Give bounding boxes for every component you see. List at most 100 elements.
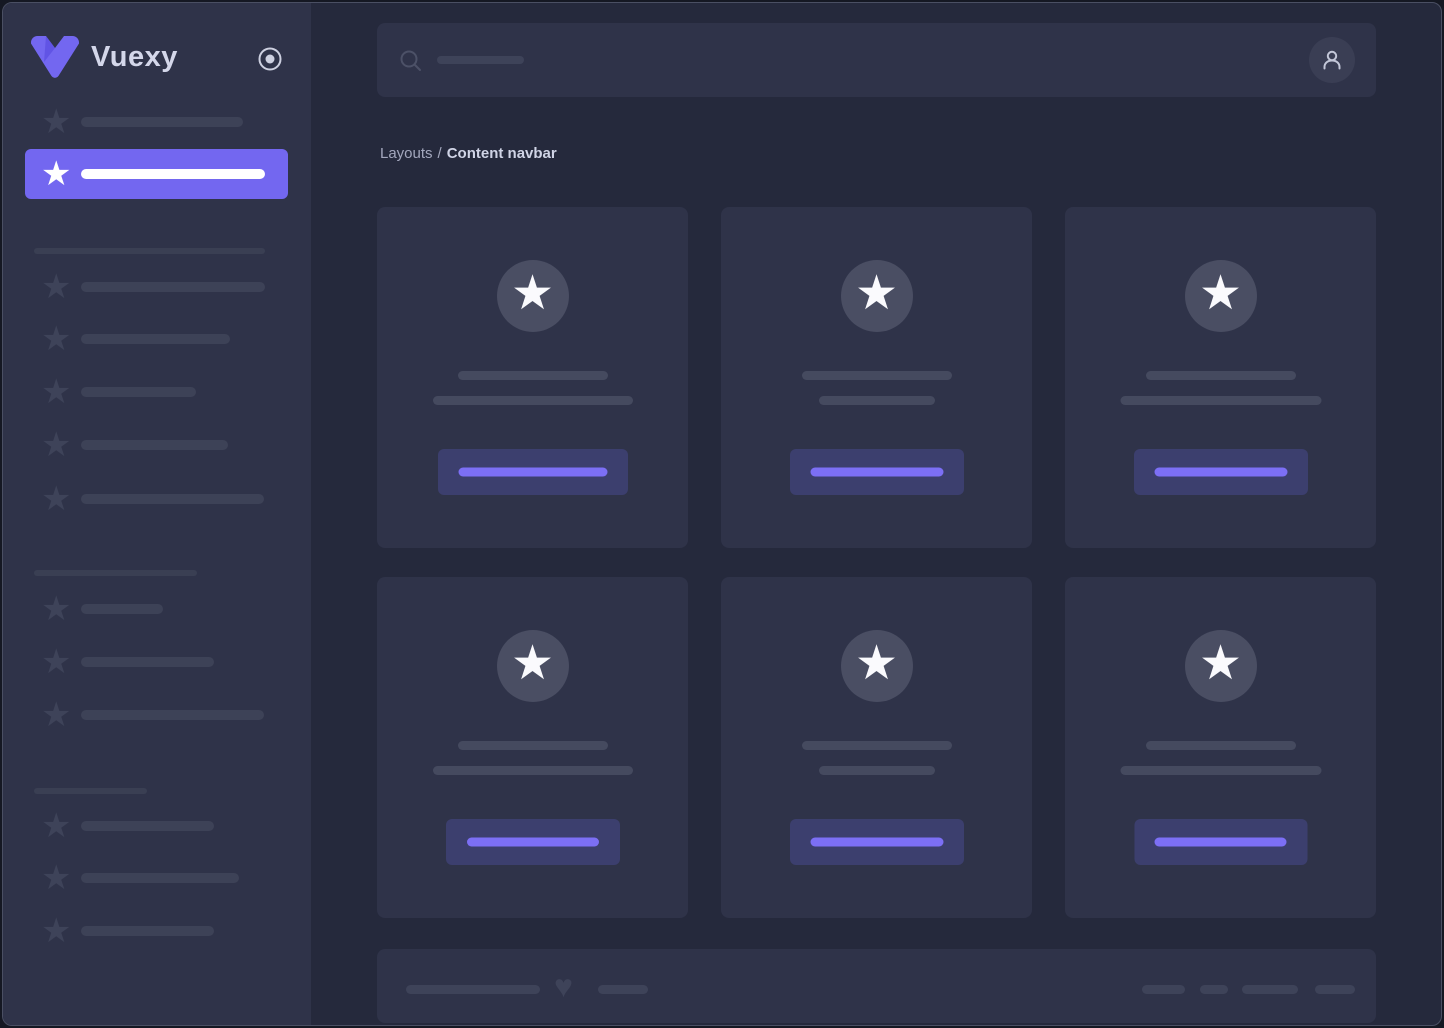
card-button-label-bar [810, 468, 943, 477]
placeholder-card: ★ [1065, 577, 1376, 918]
card-button[interactable] [790, 449, 964, 495]
star-icon: ★ [855, 270, 898, 318]
sidebar-item[interactable]: ★ [3, 313, 311, 365]
star-icon: ★ [41, 428, 71, 462]
search-placeholder-bar [437, 56, 524, 64]
card-button[interactable] [446, 819, 620, 865]
card-text-bar [1146, 741, 1296, 750]
card-button[interactable] [1134, 449, 1308, 495]
menu-item-label-bar [81, 334, 230, 344]
menu-item-label-bar [81, 926, 214, 936]
card-avatar-circle: ★ [497, 260, 569, 332]
user-avatar-button[interactable] [1309, 37, 1355, 83]
card-avatar-circle: ★ [1185, 630, 1257, 702]
card-button[interactable] [790, 819, 964, 865]
sidebar: Vuexy ★ ★ ★ ★ ★ ★ ★ ★ ★ ★ ★ ★ ★ [3, 3, 311, 1025]
search-input[interactable] [377, 23, 697, 97]
card-button[interactable] [438, 449, 628, 495]
star-icon: ★ [1199, 270, 1242, 318]
star-icon: ★ [41, 322, 71, 356]
footer-text-bar [598, 985, 648, 994]
footer-text-bar [406, 985, 540, 994]
card-button-label-bar [458, 468, 607, 477]
footer-link-bar [1200, 985, 1228, 994]
card-avatar-circle: ★ [841, 260, 913, 332]
star-icon: ★ [855, 640, 898, 688]
menu-pin-toggle-icon[interactable] [256, 45, 284, 73]
heart-icon: ♥ [554, 970, 573, 1002]
sidebar-item[interactable]: ★ [3, 261, 311, 313]
top-navbar [377, 23, 1376, 97]
sidebar-item[interactable]: ★ [3, 366, 311, 418]
sidebar-item[interactable]: ★ [3, 583, 311, 635]
star-icon: ★ [41, 914, 71, 948]
sidebar-item-active[interactable]: ★ [25, 149, 288, 199]
breadcrumb-parent[interactable]: Layouts [380, 145, 433, 162]
placeholder-card: ★ [377, 207, 688, 548]
sidebar-item[interactable]: ★ [3, 96, 311, 148]
placeholder-card: ★ [377, 577, 688, 918]
sidebar-item[interactable]: ★ [3, 636, 311, 688]
star-icon: ★ [41, 270, 71, 304]
star-icon: ★ [41, 157, 71, 191]
card-text-bar [433, 396, 633, 405]
footer-link-bar [1142, 985, 1185, 994]
card-text-bar [802, 371, 952, 380]
star-icon: ★ [41, 482, 71, 516]
card-text-bar [819, 766, 935, 775]
card-text-bar [1146, 371, 1296, 380]
card-button-label-bar [1155, 838, 1287, 847]
star-icon: ★ [41, 105, 71, 139]
star-icon: ★ [41, 592, 71, 626]
breadcrumb: Layouts/Content navbar [380, 145, 557, 162]
placeholder-card: ★ [1065, 207, 1376, 548]
star-icon: ★ [511, 270, 554, 318]
placeholder-card: ★ [721, 577, 1032, 918]
card-avatar-circle: ★ [1185, 260, 1257, 332]
card-text-bar [458, 371, 608, 380]
menu-item-label-bar [81, 387, 196, 397]
menu-item-label-bar [81, 494, 264, 504]
sidebar-item[interactable]: ★ [3, 689, 311, 741]
menu-item-label-bar [81, 117, 243, 127]
star-icon: ★ [1199, 640, 1242, 688]
menu-item-label-bar [81, 710, 264, 720]
brand-name: Vuexy [91, 41, 178, 74]
star-icon: ★ [41, 698, 71, 732]
menu-item-label-bar [81, 873, 239, 883]
app-window: Vuexy ★ ★ ★ ★ ★ ★ ★ ★ ★ ★ ★ ★ ★ Layouts/Content navb… [2, 2, 1442, 1026]
star-icon: ★ [41, 645, 71, 679]
card-button[interactable] [1134, 819, 1307, 865]
sidebar-item[interactable]: ★ [3, 473, 311, 525]
card-text-bar [1120, 396, 1321, 405]
search-icon [399, 49, 423, 73]
sidebar-item[interactable]: ★ [3, 852, 311, 904]
placeholder-card: ★ [721, 207, 1032, 548]
card-text-bar [802, 741, 952, 750]
breadcrumb-current: Content navbar [447, 145, 557, 162]
sidebar-section-title-bar [34, 248, 265, 254]
menu-item-label-bar [81, 604, 163, 614]
card-avatar-circle: ★ [841, 630, 913, 702]
cards-grid: ★ ★ ★ ★ ★ ★ [377, 207, 1376, 918]
sidebar-item[interactable]: ★ [3, 905, 311, 957]
star-icon: ★ [511, 640, 554, 688]
star-icon: ★ [41, 375, 71, 409]
sidebar-section-title-bar [34, 570, 197, 576]
sidebar-item[interactable]: ★ [3, 800, 311, 852]
card-avatar-circle: ★ [497, 630, 569, 702]
card-text-bar [458, 741, 608, 750]
card-text-bar [1120, 766, 1321, 775]
star-icon: ★ [41, 809, 71, 843]
vuexy-logo-icon [31, 36, 79, 80]
star-icon: ★ [41, 861, 71, 895]
footer: ♥ [377, 949, 1376, 1023]
menu-item-label-bar [81, 282, 265, 292]
footer-link-bar [1315, 985, 1355, 994]
card-button-label-bar [810, 838, 943, 847]
sidebar-item[interactable]: ★ [3, 419, 311, 471]
footer-link-bar [1242, 985, 1298, 994]
menu-item-label-bar [81, 169, 265, 179]
brand-header: Vuexy [3, 3, 311, 93]
card-text-bar [433, 766, 633, 775]
